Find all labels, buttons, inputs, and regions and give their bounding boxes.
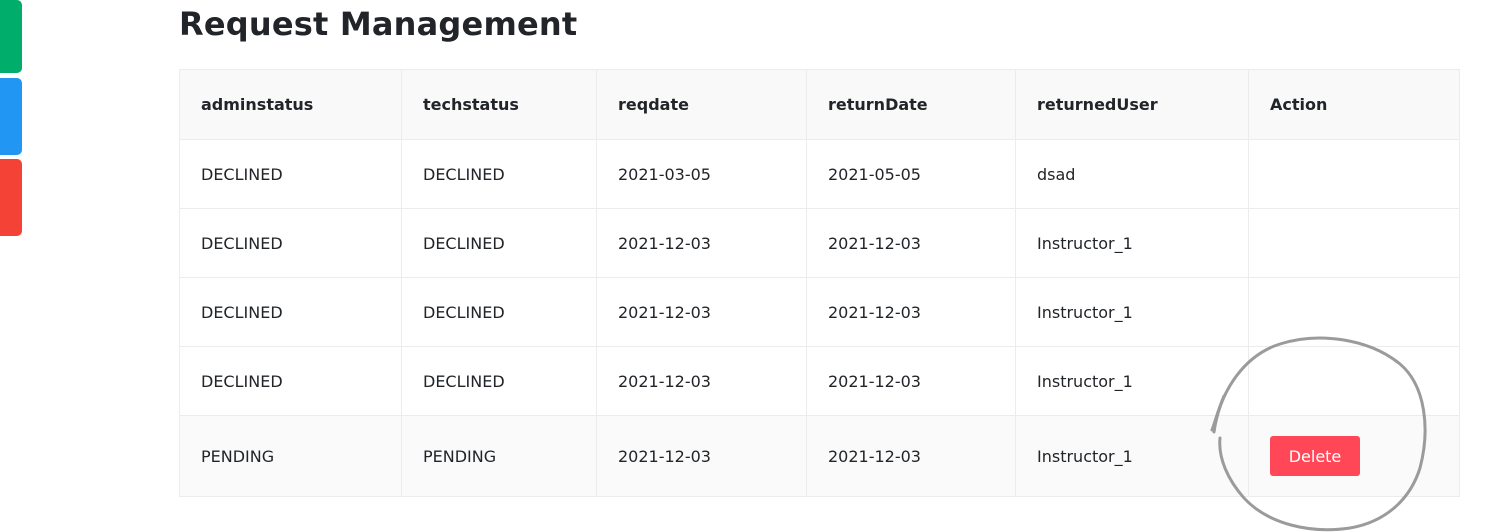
table-row: DECLINED DECLINED 2021-03-05 2021-05-05 … — [179, 139, 1460, 209]
cell-action — [1248, 139, 1460, 209]
cell-adminstatus: PENDING — [179, 415, 402, 497]
table-header-row: adminstatus techstatus reqdate returnDat… — [179, 69, 1460, 140]
cell-techstatus: PENDING — [401, 415, 597, 497]
cell-techstatus: DECLINED — [401, 277, 597, 347]
column-header-returneduser: returnedUser — [1015, 69, 1249, 140]
delete-button[interactable]: Delete — [1270, 436, 1360, 476]
cell-returndate: 2021-12-03 — [806, 277, 1016, 347]
cell-adminstatus: DECLINED — [179, 346, 402, 416]
cell-reqdate: 2021-12-03 — [596, 208, 807, 278]
table-row: DECLINED DECLINED 2021-12-03 2021-12-03 … — [179, 277, 1460, 347]
cell-action — [1248, 346, 1460, 416]
request-table-container: adminstatus techstatus reqdate returnDat… — [179, 69, 1460, 497]
cell-techstatus: DECLINED — [401, 139, 597, 209]
cell-returneduser: Instructor_1 — [1015, 415, 1249, 497]
cell-reqdate: 2021-12-03 — [596, 346, 807, 416]
column-header-adminstatus: adminstatus — [179, 69, 402, 140]
cell-returndate: 2021-12-03 — [806, 346, 1016, 416]
cell-returneduser: Instructor_1 — [1015, 346, 1249, 416]
cell-action — [1248, 277, 1460, 347]
cell-returneduser: dsad — [1015, 139, 1249, 209]
side-tab-green[interactable] — [0, 0, 22, 73]
column-header-action: Action — [1248, 69, 1460, 140]
page: Request Management adminstatus techstatu… — [0, 0, 1501, 532]
cell-adminstatus: DECLINED — [179, 208, 402, 278]
cell-adminstatus: DECLINED — [179, 277, 402, 347]
table-row: DECLINED DECLINED 2021-12-03 2021-12-03 … — [179, 346, 1460, 416]
cell-returndate: 2021-05-05 — [806, 139, 1016, 209]
page-title: Request Management — [179, 5, 578, 43]
cell-returndate: 2021-12-03 — [806, 415, 1016, 497]
cell-returneduser: Instructor_1 — [1015, 208, 1249, 278]
column-header-returndate: returnDate — [806, 69, 1016, 140]
column-header-techstatus: techstatus — [401, 69, 597, 140]
request-table: adminstatus techstatus reqdate returnDat… — [179, 69, 1460, 497]
side-tab-red[interactable] — [0, 159, 22, 236]
side-tab-blue[interactable] — [0, 78, 22, 155]
cell-adminstatus: DECLINED — [179, 139, 402, 209]
cell-reqdate: 2021-12-03 — [596, 415, 807, 497]
cell-action — [1248, 208, 1460, 278]
cell-returndate: 2021-12-03 — [806, 208, 1016, 278]
table-row: DECLINED DECLINED 2021-12-03 2021-12-03 … — [179, 208, 1460, 278]
cell-techstatus: DECLINED — [401, 346, 597, 416]
cell-reqdate: 2021-12-03 — [596, 277, 807, 347]
cell-returneduser: Instructor_1 — [1015, 277, 1249, 347]
cell-action: Delete — [1248, 415, 1460, 497]
table-row: PENDING PENDING 2021-12-03 2021-12-03 In… — [179, 415, 1460, 497]
column-header-reqdate: reqdate — [596, 69, 807, 140]
cell-reqdate: 2021-03-05 — [596, 139, 807, 209]
cell-techstatus: DECLINED — [401, 208, 597, 278]
